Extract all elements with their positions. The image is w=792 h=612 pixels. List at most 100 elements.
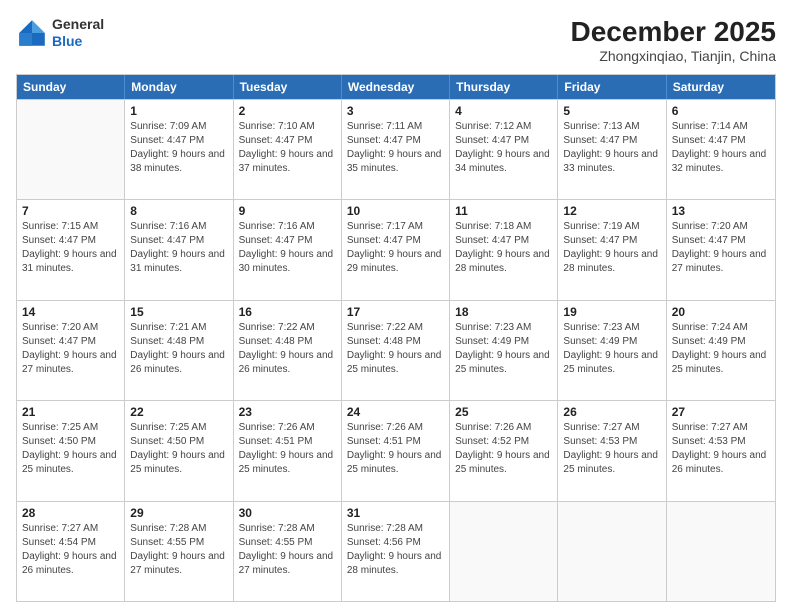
day-info: Sunrise: 7:13 AMSunset: 4:47 PMDaylight:… — [563, 120, 660, 176]
day-number: 11 — [455, 204, 552, 218]
calendar-cell: 19Sunrise: 7:23 AMSunset: 4:49 PMDayligh… — [558, 301, 666, 400]
day-info: Sunrise: 7:25 AMSunset: 4:50 PMDaylight:… — [22, 421, 119, 477]
logo: General Blue — [16, 16, 104, 50]
day-info: Sunrise: 7:18 AMSunset: 4:47 PMDaylight:… — [455, 220, 552, 276]
calendar-cell: 25 Sunrise: 7:26 AMSunset: 4:52 PMDayligh… — [450, 401, 558, 500]
day-info: Sunrise: 7:25 AMSunset: 4:50 PMDaylight:… — [130, 421, 227, 477]
calendar-cell: 7Sunrise: 7:15 AMSunset: 4:47 PMDaylight… — [17, 200, 125, 299]
day-number: 3 — [347, 104, 444, 118]
month-title: December 2025 — [571, 16, 776, 48]
calendar-cell: 5Sunrise: 7:13 AMSunset: 4:47 PMDaylight… — [558, 100, 666, 199]
logo-text: General Blue — [52, 16, 104, 50]
header: General Blue December 2025 Zhongxinqiao,… — [16, 16, 776, 64]
day-number: 26 — [563, 405, 660, 419]
calendar-cell: 15 Sunrise: 7:21 AMSunset: 4:48 PMDayligh… — [125, 301, 233, 400]
calendar-day-header: Monday — [125, 75, 233, 99]
day-info: Sunrise: 7:20 AMSunset: 4:47 PMDaylight:… — [672, 220, 770, 276]
day-number: 29 — [130, 506, 227, 520]
day-number: 8 — [130, 204, 227, 218]
calendar-cell: 27 Sunrise: 7:27 AMSunset: 4:53 PMDayligh… — [667, 401, 775, 500]
calendar-cell: 30 Sunrise: 7:28 AMSunset: 4:55 PMDayligh… — [234, 502, 342, 601]
day-info: Sunrise: 7:15 AMSunset: 4:47 PMDaylight:… — [22, 220, 119, 276]
location-subtitle: Zhongxinqiao, Tianjin, China — [571, 48, 776, 64]
day-number: 22 — [130, 405, 227, 419]
title-block: December 2025 Zhongxinqiao, Tianjin, Chi… — [571, 16, 776, 64]
calendar-cell: 14 Sunrise: 7:20 AMSunset: 4:47 PMDayligh… — [17, 301, 125, 400]
day-number: 23 — [239, 405, 336, 419]
calendar-cell: 11 Sunrise: 7:18 AMSunset: 4:47 PMDayligh… — [450, 200, 558, 299]
day-number: 27 — [672, 405, 770, 419]
day-info: Sunrise: 7:22 AMSunset: 4:48 PMDaylight:… — [239, 321, 336, 377]
day-info: Sunrise: 7:19 AMSunset: 4:47 PMDaylight:… — [563, 220, 660, 276]
calendar-day-header: Wednesday — [342, 75, 450, 99]
day-info: Sunrise: 7:17 AMSunset: 4:47 PMDaylight:… — [347, 220, 444, 276]
day-info: Sunrise: 7:28 AMSunset: 4:55 PMDaylight:… — [239, 522, 336, 578]
day-number: 15 — [130, 305, 227, 319]
calendar-cell: 26Sunrise: 7:27 AMSunset: 4:53 PMDayligh… — [558, 401, 666, 500]
day-number: 20 — [672, 305, 770, 319]
calendar-cell: 20Sunrise: 7:24 AMSunset: 4:49 PMDayligh… — [667, 301, 775, 400]
day-info: Sunrise: 7:23 AMSunset: 4:49 PMDaylight:… — [455, 321, 552, 377]
logo-icon — [16, 17, 48, 49]
day-info: Sunrise: 7:26 AMSunset: 4:51 PMDaylight:… — [347, 421, 444, 477]
day-number: 12 — [563, 204, 660, 218]
day-info: Sunrise: 7:10 AMSunset: 4:47 PMDaylight:… — [239, 120, 336, 176]
calendar-row: 14 Sunrise: 7:20 AMSunset: 4:47 PMDayligh… — [17, 300, 775, 400]
day-number: 19 — [563, 305, 660, 319]
calendar-cell — [17, 100, 125, 199]
calendar: SundayMondayTuesdayWednesdayThursdayFrid… — [16, 74, 776, 602]
day-info: Sunrise: 7:12 AMSunset: 4:47 PMDaylight:… — [455, 120, 552, 176]
day-info: Sunrise: 7:14 AMSunset: 4:47 PMDaylight:… — [672, 120, 770, 176]
calendar-day-header: Sunday — [17, 75, 125, 99]
calendar-row: 28 Sunrise: 7:27 AMSunset: 4:54 PMDayligh… — [17, 501, 775, 601]
day-info: Sunrise: 7:09 AMSunset: 4:47 PMDaylight:… — [130, 120, 227, 176]
calendar-cell — [667, 502, 775, 601]
calendar-cell: 12 Sunrise: 7:19 AMSunset: 4:47 PMDayligh… — [558, 200, 666, 299]
day-info: Sunrise: 7:26 AMSunset: 4:51 PMDaylight:… — [239, 421, 336, 477]
day-info: Sunrise: 7:22 AMSunset: 4:48 PMDaylight:… — [347, 321, 444, 377]
calendar-cell: 17 Sunrise: 7:22 AMSunset: 4:48 PMDayligh… — [342, 301, 450, 400]
calendar-cell: 2Sunrise: 7:10 AMSunset: 4:47 PMDaylight… — [234, 100, 342, 199]
logo-general: General — [52, 16, 104, 33]
calendar-cell: 4 Sunrise: 7:12 AMSunset: 4:47 PMDaylight… — [450, 100, 558, 199]
day-info: Sunrise: 7:21 AMSunset: 4:48 PMDaylight:… — [130, 321, 227, 377]
page-container: General Blue December 2025 Zhongxinqiao,… — [0, 0, 792, 612]
day-info: Sunrise: 7:28 AMSunset: 4:56 PMDaylight:… — [347, 522, 444, 578]
calendar-cell: 1Sunrise: 7:09 AMSunset: 4:47 PMDaylight… — [125, 100, 233, 199]
day-number: 24 — [347, 405, 444, 419]
calendar-cell: 9Sunrise: 7:16 AMSunset: 4:47 PMDaylight… — [234, 200, 342, 299]
day-number: 30 — [239, 506, 336, 520]
calendar-cell — [558, 502, 666, 601]
calendar-cell: 29 Sunrise: 7:28 AMSunset: 4:55 PMDayligh… — [125, 502, 233, 601]
day-number: 13 — [672, 204, 770, 218]
day-info: Sunrise: 7:27 AMSunset: 4:54 PMDaylight:… — [22, 522, 119, 578]
calendar-cell: 21Sunrise: 7:25 AMSunset: 4:50 PMDayligh… — [17, 401, 125, 500]
day-info: Sunrise: 7:20 AMSunset: 4:47 PMDaylight:… — [22, 321, 119, 377]
calendar-cell: 6 Sunrise: 7:14 AMSunset: 4:47 PMDaylight… — [667, 100, 775, 199]
calendar-cell — [450, 502, 558, 601]
calendar-header: SundayMondayTuesdayWednesdayThursdayFrid… — [17, 75, 775, 99]
logo-blue: Blue — [52, 33, 104, 50]
calendar-cell: 22 Sunrise: 7:25 AMSunset: 4:50 PMDayligh… — [125, 401, 233, 500]
calendar-cell: 8 Sunrise: 7:16 AMSunset: 4:47 PMDaylight… — [125, 200, 233, 299]
day-number: 28 — [22, 506, 119, 520]
day-number: 31 — [347, 506, 444, 520]
day-number: 4 — [455, 104, 552, 118]
day-info: Sunrise: 7:16 AMSunset: 4:47 PMDaylight:… — [130, 220, 227, 276]
calendar-cell: 16 Sunrise: 7:22 AMSunset: 4:48 PMDayligh… — [234, 301, 342, 400]
day-number: 16 — [239, 305, 336, 319]
day-number: 14 — [22, 305, 119, 319]
day-info: Sunrise: 7:26 AMSunset: 4:52 PMDaylight:… — [455, 421, 552, 477]
calendar-day-header: Tuesday — [234, 75, 342, 99]
day-info: Sunrise: 7:27 AMSunset: 4:53 PMDaylight:… — [672, 421, 770, 477]
calendar-day-header: Saturday — [667, 75, 775, 99]
day-number: 17 — [347, 305, 444, 319]
day-number: 25 — [455, 405, 552, 419]
calendar-day-header: Friday — [558, 75, 666, 99]
calendar-cell: 31 Sunrise: 7:28 AMSunset: 4:56 PMDayligh… — [342, 502, 450, 601]
day-number: 6 — [672, 104, 770, 118]
calendar-cell: 24 Sunrise: 7:26 AMSunset: 4:51 PMDayligh… — [342, 401, 450, 500]
calendar-row: 1Sunrise: 7:09 AMSunset: 4:47 PMDaylight… — [17, 99, 775, 199]
calendar-day-header: Thursday — [450, 75, 558, 99]
day-info: Sunrise: 7:28 AMSunset: 4:55 PMDaylight:… — [130, 522, 227, 578]
